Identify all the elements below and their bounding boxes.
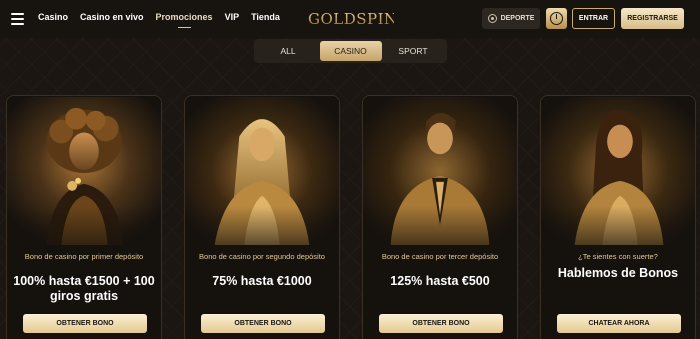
card-headline: 75% hasta €1000 — [212, 274, 312, 288]
promo-filter-tabs: ALL CASINO SPORT — [254, 39, 447, 63]
chatear-ahora-button[interactable]: CHATEAR AHORA — [557, 314, 681, 333]
nav-vip[interactable]: VIP — [225, 12, 240, 22]
card-headline: 125% hasta €500 — [390, 274, 490, 288]
deporte-button[interactable]: DEPORTE — [482, 8, 540, 29]
menu-icon[interactable] — [11, 13, 24, 25]
card-subtitle: Bono de casino por segundo depósito — [199, 252, 325, 261]
card-headline: Hablemos de Bonos — [557, 266, 679, 280]
promo-card-second-deposit: Bono de casino por segundo depósito 75% … — [184, 95, 340, 339]
nav-tienda[interactable]: Tienda — [251, 12, 280, 22]
mercedes-star-icon — [550, 12, 563, 25]
mercedes-logo-button[interactable] — [546, 8, 567, 29]
soccer-ball-icon — [487, 14, 497, 23]
deporte-label: DEPORTE — [500, 15, 535, 22]
card-subtitle: Bono de casino por primer depósito — [24, 252, 144, 261]
promo-card-first-deposit: Bono de casino por primer depósito 100% … — [6, 95, 162, 339]
obtener-bono-button[interactable]: OBTENER BONO — [23, 314, 147, 333]
tab-casino[interactable]: CASINO — [319, 41, 382, 61]
nav-casino[interactable]: Casino — [38, 12, 68, 22]
card-subtitle: Bono de casino por tercer depósito — [381, 252, 499, 261]
card-subtitle: ¿Te sientes con suerte? — [578, 252, 658, 261]
promo-card-third-deposit: Bono de casino por tercer depósito 125% … — [362, 95, 518, 339]
card-headline: 100% hasta €1500 + 100 giros gratis — [13, 274, 155, 303]
tab-all[interactable]: ALL — [257, 41, 319, 61]
obtener-bono-button[interactable]: OBTENER BONO — [201, 314, 325, 333]
login-button[interactable]: ENTRAR — [572, 8, 615, 29]
tab-sport[interactable]: SPORT — [382, 41, 444, 61]
top-header: Casino Casino en vivo Promociones VIP Ti… — [0, 0, 700, 38]
register-button[interactable]: REGISTRARSE — [621, 8, 684, 29]
main-nav: Casino Casino en vivo Promociones VIP Ti… — [38, 12, 280, 28]
nav-promociones[interactable]: Promociones — [156, 12, 213, 28]
promo-card-chat: ¿Te sientes con suerte? Hablemos de Bono… — [540, 95, 696, 339]
nav-casino-en-vivo[interactable]: Casino en vivo — [80, 12, 144, 22]
obtener-bono-button[interactable]: OBTENER BONO — [379, 314, 503, 333]
goldspin-logo[interactable]: GOLDSPIN — [308, 9, 397, 29]
